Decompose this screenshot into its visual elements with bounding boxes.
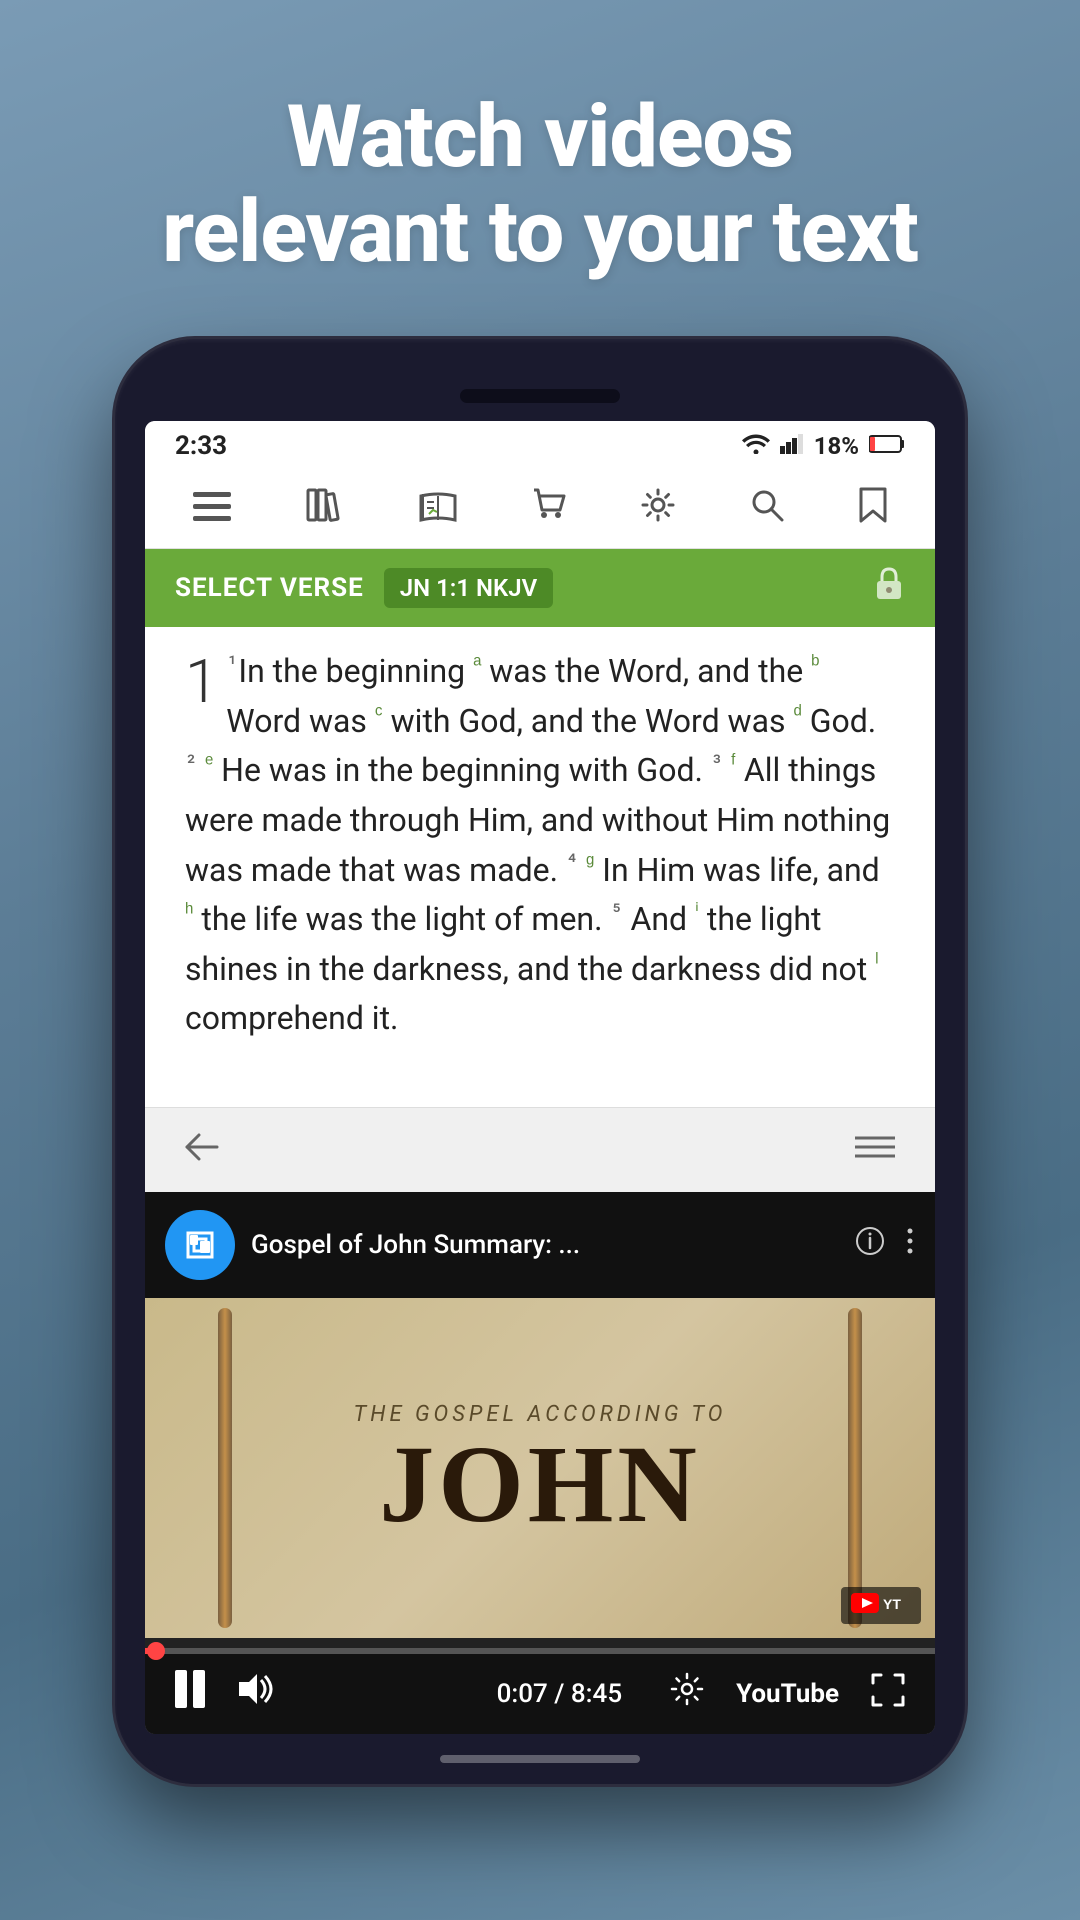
headline: Watch videos relevant to your text: [102, 90, 978, 279]
video-thumbnail[interactable]: THE GOSPEL ACCORDING TO JOHN YT: [145, 1298, 935, 1638]
play-pause-icon[interactable]: [175, 1670, 211, 1718]
bible-text-area: 1 ¹In the beginning ᵃ was the Word, and …: [145, 627, 935, 1107]
phone-speaker: [460, 389, 620, 403]
app-navigation: [145, 471, 935, 549]
gospel-title-text: JOHN: [379, 1435, 701, 1534]
phone-shell: 2:33 18%: [115, 339, 965, 1784]
back-arrow-icon[interactable]: [185, 1130, 219, 1170]
nav-menu-icon[interactable]: [193, 489, 231, 531]
wifi-icon: [742, 432, 770, 460]
status-bar: 2:33 18%: [145, 421, 935, 471]
nav-reading-icon[interactable]: [419, 489, 457, 531]
video-more-icon[interactable]: [905, 1226, 915, 1264]
video-top-icons: [855, 1226, 915, 1264]
bible-bottom-nav: [145, 1107, 935, 1192]
nav-library-icon[interactable]: [306, 488, 344, 531]
verse-ref-e: ᵉ: [205, 751, 213, 776]
nav-cart-icon[interactable]: [532, 488, 566, 531]
youtube-text: YouTube: [736, 1679, 839, 1709]
headline-line1: Watch videos: [287, 86, 793, 187]
gospel-title-area: THE GOSPEL ACCORDING TO JOHN: [354, 1402, 727, 1534]
video-progress-bar[interactable]: [145, 1638, 935, 1654]
menu-lines-icon[interactable]: [855, 1130, 895, 1170]
verse-ref-a: ᵃ: [473, 652, 481, 677]
lock-icon: [873, 567, 905, 609]
svg-text:YT: YT: [883, 1596, 901, 1612]
verse-ref-f: ᶠ: [731, 751, 736, 776]
battery-icon: [869, 431, 905, 461]
verse-num-3: ³: [713, 751, 721, 776]
video-section: Gospel of John Summary: ...: [145, 1192, 935, 1734]
progress-track: [145, 1648, 935, 1654]
scroll-decoration-left: [175, 1298, 275, 1638]
progress-dot: [147, 1642, 165, 1660]
video-title: Gospel of John Summary: ...: [251, 1230, 839, 1260]
verse-ref-c: ᶜ: [375, 701, 383, 726]
time-separator: /: [554, 1679, 571, 1709]
verse-ref-i: ⁱ: [695, 900, 699, 925]
verse-ref-b: ᵇ: [811, 652, 819, 677]
verse-ref-h: ʰ: [185, 900, 193, 925]
home-indicator: [440, 1755, 640, 1763]
settings-icon[interactable]: [670, 1672, 704, 1716]
youtube-badge: YT: [841, 1587, 921, 1624]
phone-screen: 2:33 18%: [145, 421, 935, 1734]
page-wrapper: Watch videos relevant to your text 2:33: [0, 0, 1080, 1920]
verse-num-2: ²: [187, 751, 195, 776]
signal-icon: [780, 432, 804, 460]
nav-search-icon[interactable]: [750, 488, 784, 531]
video-top-bar: Gospel of John Summary: ...: [145, 1192, 935, 1298]
status-time: 2:33: [175, 431, 227, 461]
status-icons: 18%: [742, 431, 905, 461]
verse-ref-l: ˡ: [875, 949, 878, 974]
verse-text-content: ¹In the beginning ᵃ was the Word, and th…: [185, 652, 890, 1037]
verse-ref-g: ᵍ: [586, 850, 594, 875]
verse-num-4: ⁴: [568, 850, 576, 875]
battery-text: 18%: [814, 432, 859, 460]
video-controls: 0:07 / 8:45 YouTube: [145, 1654, 935, 1734]
verse-num-5: ⁵: [612, 900, 620, 925]
video-current-time: 0:07: [497, 1679, 548, 1709]
verse-num-1: ¹: [228, 652, 236, 677]
volume-icon[interactable]: [235, 1672, 273, 1716]
phone-mockup: 2:33 18%: [115, 339, 965, 1784]
select-verse-bar[interactable]: SELECT VERSE JN 1:1 NKJV: [145, 549, 935, 627]
headline-line2: relevant to your text: [162, 181, 918, 282]
nav-settings-icon[interactable]: [641, 488, 675, 531]
fullscreen-icon[interactable]: [871, 1673, 905, 1716]
verse-reference-badge[interactable]: JN 1:1 NKJV: [384, 568, 553, 608]
select-verse-label: SELECT VERSE: [175, 573, 364, 603]
verse-ref-d: ᵈ: [793, 701, 801, 726]
gospel-art: THE GOSPEL ACCORDING TO JOHN YT: [145, 1298, 935, 1638]
video-time: 0:07 / 8:45: [497, 1679, 622, 1709]
video-channel-avatar: [165, 1210, 235, 1280]
phone-bottom: [145, 1734, 935, 1784]
video-total-time: 8:45: [571, 1679, 622, 1709]
video-info-icon[interactable]: [855, 1226, 885, 1264]
verse-number-large: 1: [185, 652, 218, 712]
nav-bookmark-icon[interactable]: [859, 487, 887, 532]
